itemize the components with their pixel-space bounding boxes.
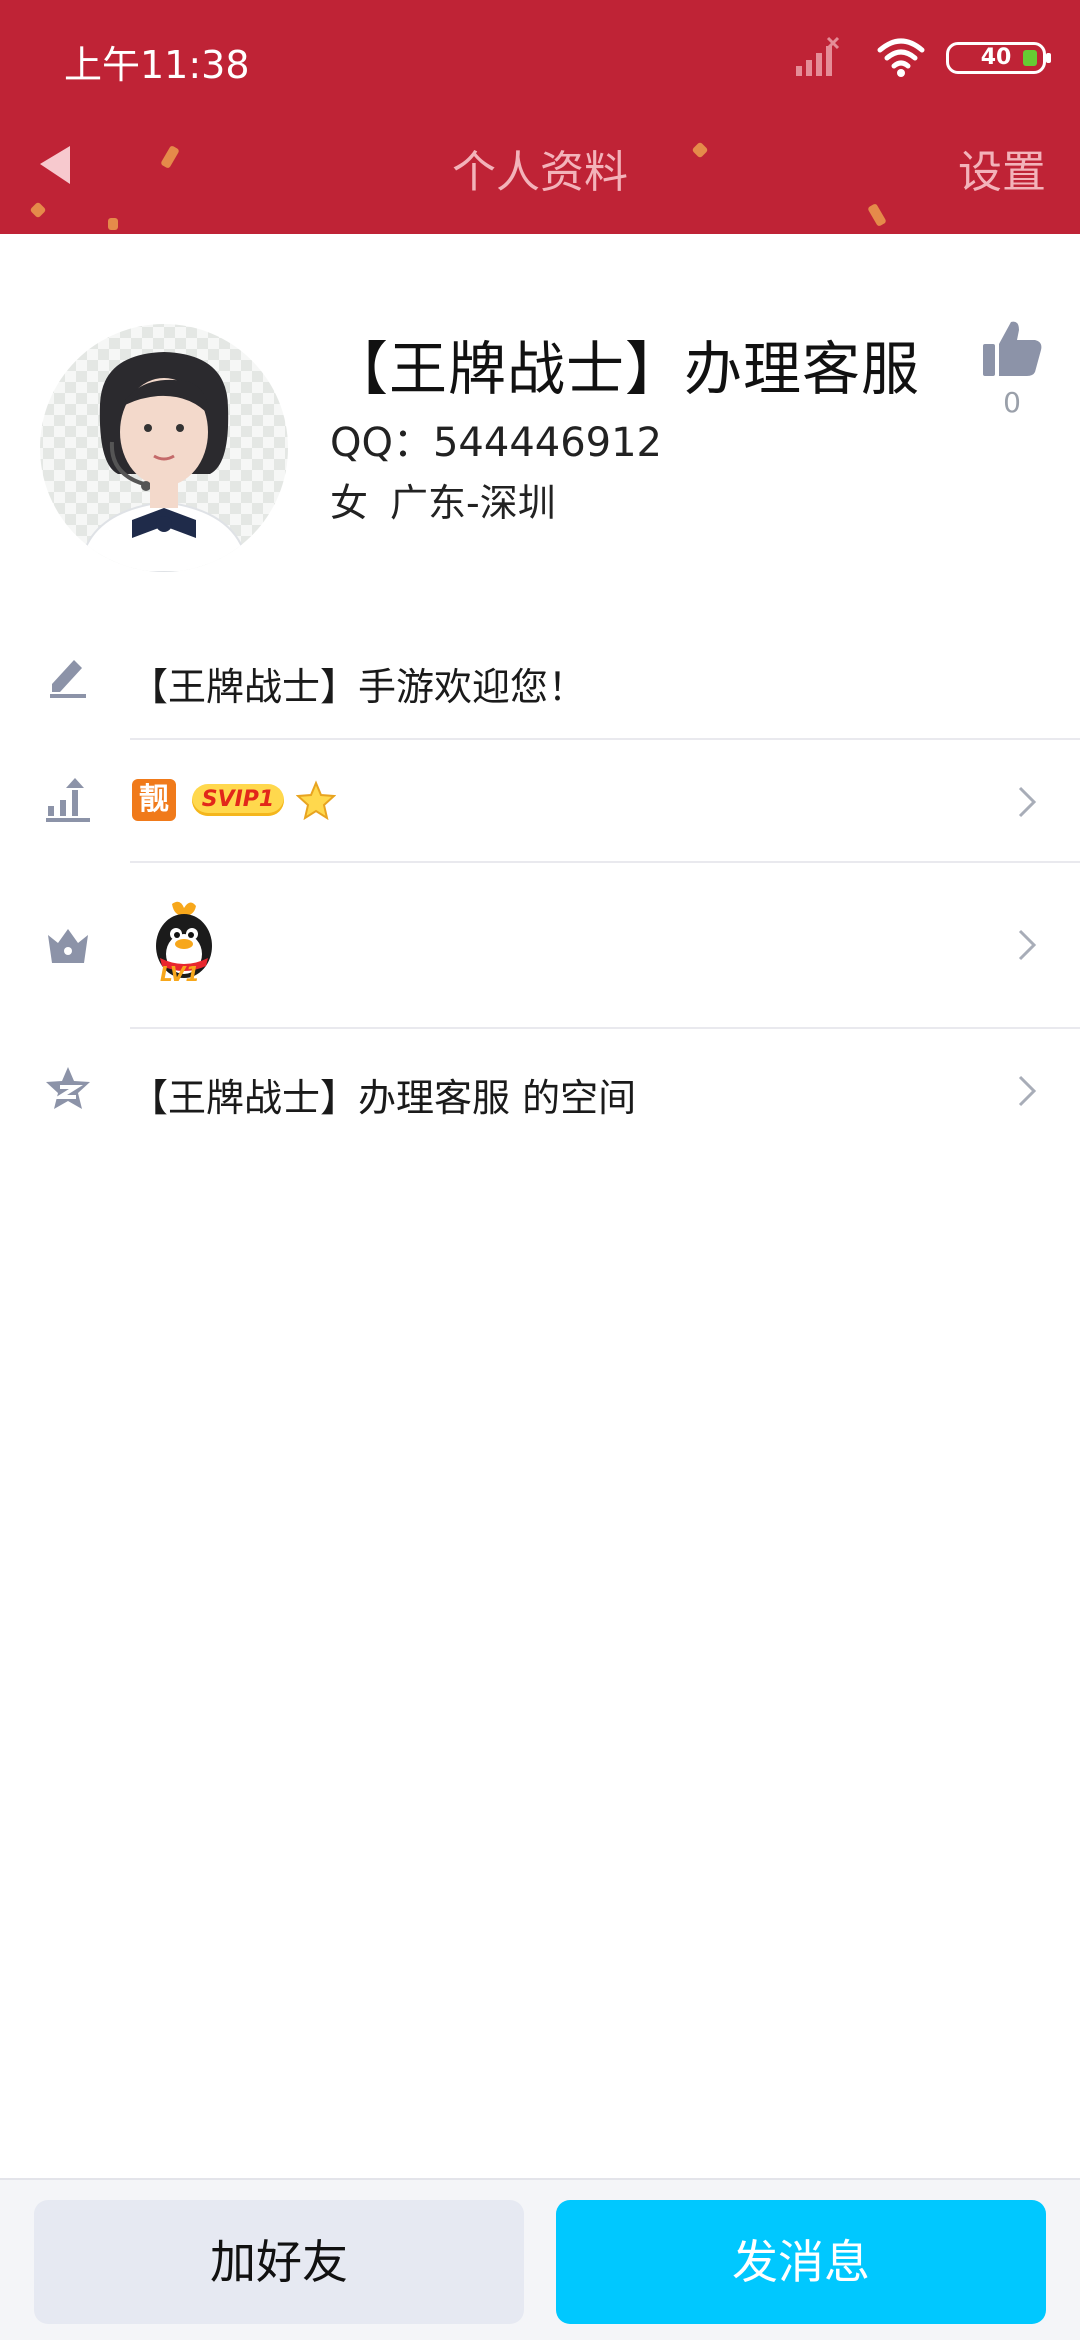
signature-text: 【王牌战士】手游欢迎您！ bbox=[130, 665, 587, 709]
rank-up-icon bbox=[46, 778, 90, 822]
qzone-space-text: 【王牌战士】办理客服 的空间 bbox=[130, 1076, 637, 1120]
pencil-icon bbox=[50, 660, 86, 698]
battery-indicator: 40 bbox=[946, 42, 1051, 74]
like-count: 0 bbox=[1003, 386, 1021, 419]
profile-meta: 女广东-深圳 bbox=[330, 472, 556, 527]
page-title: 个人资料 bbox=[452, 147, 628, 198]
battery-fill bbox=[1023, 50, 1037, 66]
battery-level: 40 bbox=[980, 45, 1012, 70]
profile-location: 广东-深圳 bbox=[390, 481, 556, 525]
send-message-button[interactable]: 发消息 bbox=[556, 2200, 1046, 2324]
wifi-icon bbox=[877, 38, 925, 77]
battery-tip bbox=[1046, 53, 1051, 63]
like-button[interactable]: 0 bbox=[980, 318, 1044, 419]
liang-badge: 靓 bbox=[132, 779, 176, 821]
settings-button[interactable]: 设置 bbox=[958, 136, 1046, 200]
svip-badge: SVIP1 bbox=[192, 784, 284, 816]
level-badge-text: LV1 bbox=[160, 962, 200, 986]
chevron-right-icon bbox=[1018, 1075, 1037, 1107]
qzone-star-icon bbox=[46, 1067, 90, 1109]
chevron-right-icon bbox=[1018, 786, 1037, 818]
avatar-illustration bbox=[78, 352, 250, 572]
crown-icon bbox=[48, 929, 88, 963]
top-header: 上午11:38 40 个人资料 设置 bbox=[0, 0, 1080, 234]
thumbs-up-icon bbox=[983, 321, 1042, 376]
confetti-decoration bbox=[867, 202, 887, 228]
penguin-level-badge: LV1 bbox=[144, 898, 224, 988]
star-icon bbox=[296, 780, 336, 820]
confetti-decoration bbox=[108, 218, 118, 230]
chevron-right-icon bbox=[1018, 929, 1037, 961]
profile-name: 【王牌战士】办理客服 bbox=[330, 335, 921, 403]
confetti-decoration bbox=[29, 201, 47, 219]
profile-qq-number: QQ：544446912 bbox=[330, 420, 663, 466]
avatar[interactable] bbox=[40, 324, 288, 572]
add-friend-button[interactable]: 加好友 bbox=[34, 2200, 524, 2324]
profile-gender: 女 bbox=[330, 481, 369, 525]
qzone-space-row[interactable]: 【王牌战士】办理客服 的空间 bbox=[0, 1029, 1080, 1151]
signal-icon bbox=[796, 36, 840, 76]
status-time: 上午11:38 bbox=[64, 43, 250, 87]
signature-row[interactable]: 【王牌战士】手游欢迎您！ bbox=[0, 640, 1080, 740]
bottom-action-bar: 加好友 发消息 bbox=[0, 2178, 1080, 2340]
